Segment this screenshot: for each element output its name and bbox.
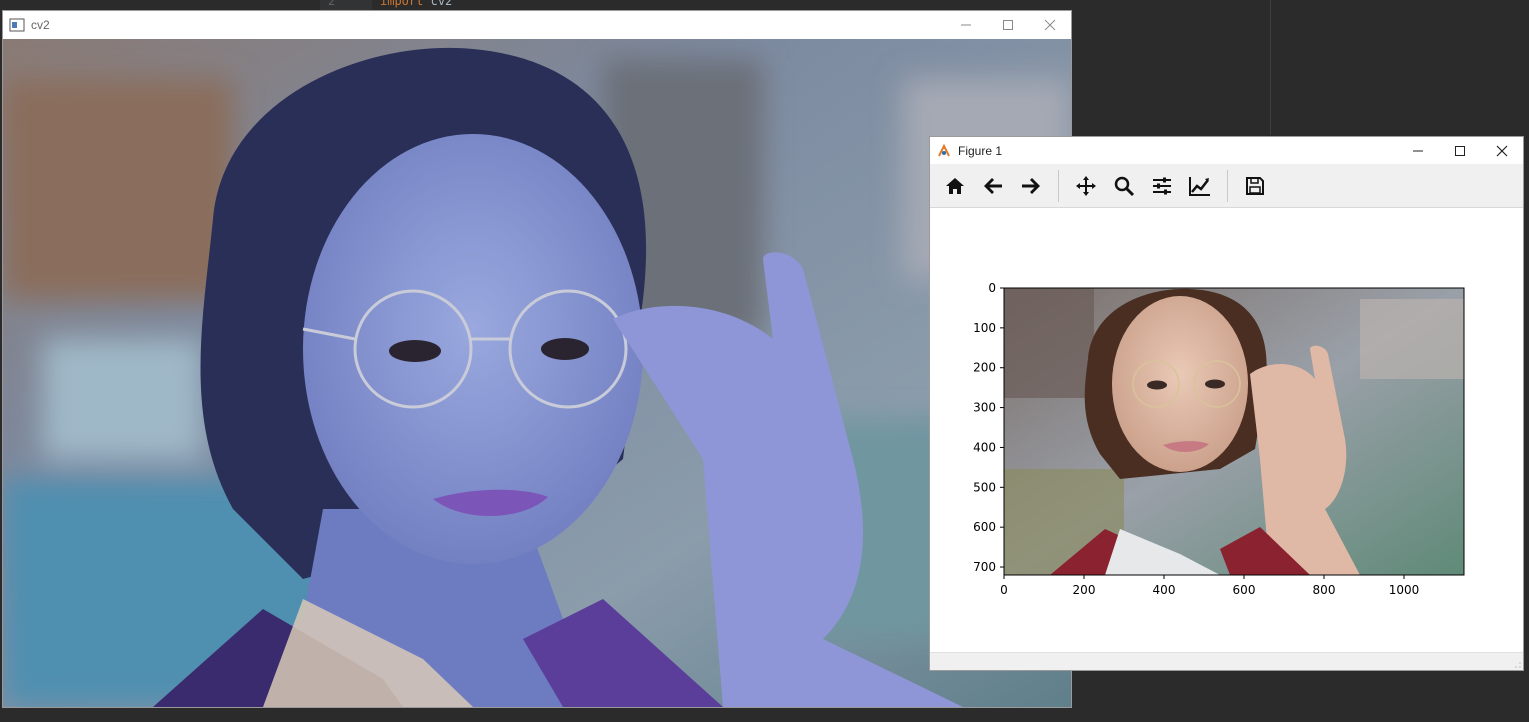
desktop: 2 import cv2 cv2 Figure 1 0 100 200 300 … (0, 0, 1529, 722)
maximize-button[interactable] (1439, 137, 1481, 164)
figure-axes[interactable]: 0 100 200 300 400 500 600 700 0 200 400 600 800 1000 (930, 209, 1523, 653)
plotted-photo (1004, 288, 1464, 575)
toolbar-separator (1058, 169, 1059, 202)
code-keyword: import (380, 0, 424, 8)
maximize-button[interactable] (987, 11, 1029, 39)
window-app-icon (9, 18, 25, 32)
zoom-button[interactable] (1105, 168, 1143, 204)
x-tick-label: 1000 (1389, 583, 1420, 597)
cv2-titlebar[interactable]: cv2 (3, 11, 1071, 39)
close-icon (1044, 19, 1056, 31)
cv2-window-controls (945, 11, 1071, 39)
close-icon (1496, 145, 1508, 156)
figure-titlebar[interactable]: Figure 1 (930, 137, 1523, 164)
minimize-button[interactable] (945, 11, 987, 39)
y-tick-label: 200 (973, 361, 996, 375)
close-button[interactable] (1481, 137, 1523, 164)
code-module: cv2 (430, 0, 453, 8)
figure-window-controls (1397, 137, 1523, 165)
pan-icon (1076, 175, 1096, 196)
x-tick-label: 800 (1313, 583, 1336, 597)
cv2-photo[interactable] (3, 39, 1071, 707)
figure-toolbar (930, 164, 1523, 208)
figure-window-title: Figure 1 (958, 143, 1003, 158)
matplotlib-logo-icon (938, 143, 950, 156)
home-button[interactable] (936, 168, 974, 204)
y-tick-label: 500 (973, 480, 996, 494)
minimize-button[interactable] (1397, 137, 1439, 164)
configure-subplots-button[interactable] (1143, 168, 1181, 204)
zoom-icon (1114, 176, 1135, 196)
resize-grip-icon[interactable] (1515, 662, 1521, 668)
x-axis: 0 200 400 600 800 1000 (1000, 575, 1419, 597)
minimize-icon (1413, 150, 1423, 151)
figure-canvas[interactable]: 0 100 200 300 400 500 600 700 0 200 400 600 800 1000 (930, 209, 1523, 653)
y-tick-label: 100 (973, 321, 996, 335)
maximize-icon (1003, 20, 1013, 30)
cv2-window-title: cv2 (31, 18, 50, 32)
pan-button[interactable] (1067, 168, 1105, 204)
ide-line-number: 2 (328, 0, 336, 8)
x-tick-label: 600 (1233, 583, 1256, 597)
forward-arrow-icon (1022, 177, 1040, 194)
cv2-window[interactable]: cv2 (2, 10, 1072, 708)
ide-divider (1270, 0, 1271, 135)
x-tick-label: 200 (1073, 583, 1096, 597)
ide-code-line[interactable]: import cv2 (380, 0, 452, 8)
edit-axis-button[interactable] (1181, 168, 1219, 204)
y-tick-label: 0 (988, 281, 996, 295)
maximize-icon (1455, 145, 1465, 156)
back-arrow-icon (984, 177, 1002, 194)
close-button[interactable] (1029, 11, 1071, 39)
x-tick-label: 0 (1000, 583, 1008, 597)
y-tick-label: 300 (973, 401, 996, 415)
y-tick-label: 400 (973, 440, 996, 454)
x-tick-label: 400 (1153, 583, 1176, 597)
forward-button[interactable] (1012, 168, 1050, 204)
configure-subplots-icon (1153, 177, 1171, 194)
figure-window[interactable]: Figure 1 0 100 200 300 400 500 600 700 0… (929, 136, 1524, 671)
edit-axis-icon (1189, 176, 1210, 196)
y-axis: 0 100 200 300 400 500 600 700 (973, 281, 1004, 574)
save-icon (1246, 176, 1264, 195)
home-icon (946, 177, 964, 194)
minimize-icon (961, 24, 971, 26)
save-button[interactable] (1236, 168, 1274, 204)
toolbar-separator (1227, 169, 1228, 202)
ide-background (0, 0, 1529, 10)
y-tick-label: 700 (973, 560, 996, 574)
figure-statusbar (930, 652, 1523, 670)
back-button[interactable] (974, 168, 1012, 204)
y-tick-label: 600 (973, 520, 996, 534)
